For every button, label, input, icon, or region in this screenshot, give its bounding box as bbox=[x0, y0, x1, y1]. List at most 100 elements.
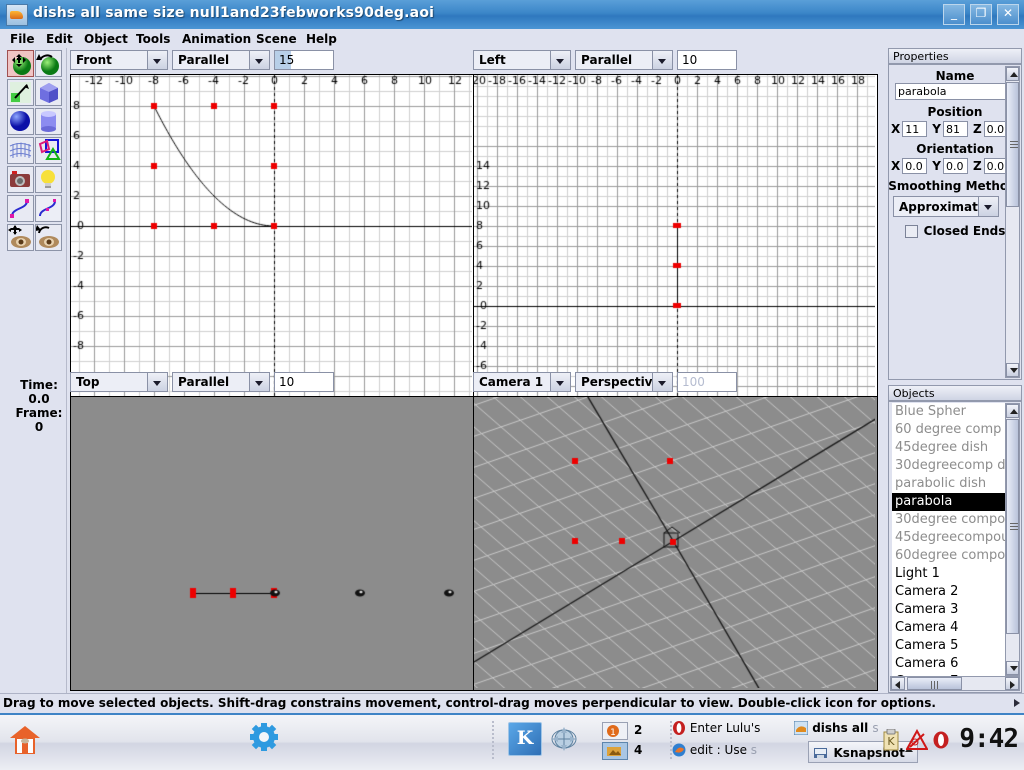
task-button-opera[interactable]: Enter Lulu's bbox=[672, 721, 790, 741]
desktop-pager[interactable]: 1 2 4 bbox=[598, 721, 666, 761]
pager-page-3[interactable] bbox=[602, 742, 628, 760]
front-viewport[interactable] bbox=[70, 74, 475, 421]
menu-tools[interactable]: Tools bbox=[132, 31, 174, 47]
create-curve-tool[interactable] bbox=[7, 195, 34, 222]
closed-ends-checkbox[interactable] bbox=[905, 225, 918, 238]
opera-icon[interactable] bbox=[932, 731, 950, 752]
close-button[interactable]: ✕ bbox=[997, 4, 1019, 25]
konqueror-globe-icon[interactable] bbox=[550, 725, 578, 753]
object-list-item[interactable]: Camera 5 bbox=[892, 637, 1005, 655]
rotate-object-tool[interactable] bbox=[35, 50, 62, 77]
front-projection-select[interactable]: Parallel bbox=[172, 50, 270, 70]
top-projection-select[interactable]: Parallel bbox=[172, 372, 270, 392]
scroll-down-icon[interactable] bbox=[1006, 363, 1019, 377]
position-x-input[interactable]: 11 bbox=[902, 121, 927, 137]
front-scale-input[interactable]: 15 bbox=[274, 50, 334, 70]
position-y-input[interactable]: 81 bbox=[943, 121, 968, 137]
menu-help[interactable]: Help bbox=[302, 31, 341, 47]
create-mesh-tool[interactable] bbox=[7, 137, 34, 164]
left-projection-select[interactable]: Parallel bbox=[575, 50, 673, 70]
object-list-item[interactable]: 45degree dish bbox=[892, 439, 1005, 457]
rotate-viewpoint-tool[interactable] bbox=[35, 224, 62, 251]
properties-scroll-thumb[interactable] bbox=[1006, 82, 1019, 207]
scroll-up-icon[interactable] bbox=[1006, 67, 1019, 81]
objects-scroll-thumb[interactable] bbox=[1006, 419, 1019, 634]
position-z-label: Z bbox=[973, 122, 982, 136]
front-view-select[interactable]: Front bbox=[70, 50, 168, 70]
camera1-projection-select[interactable]: Perspective bbox=[575, 372, 673, 392]
menu-animation[interactable]: Animation bbox=[178, 31, 255, 47]
object-list-item[interactable]: 30degreecomp d bbox=[892, 457, 1005, 475]
menu-object[interactable]: Object bbox=[80, 31, 132, 47]
task-suffix-aoi: s bbox=[872, 721, 878, 735]
menu-file[interactable]: File bbox=[6, 31, 39, 47]
top-scale-input[interactable]: 10 bbox=[274, 372, 334, 392]
front-viewport-toolbar: Front Parallel 15 bbox=[70, 50, 475, 76]
object-list-item[interactable]: 30degree compou bbox=[892, 511, 1005, 529]
object-list-item[interactable]: Camera 2 bbox=[892, 583, 1005, 601]
object-list-item[interactable]: Camera 4 bbox=[892, 619, 1005, 637]
camera1-viewport[interactable] bbox=[473, 396, 878, 691]
klipper-icon[interactable]: K bbox=[882, 729, 900, 754]
task-button-firefox[interactable]: edit : Use s bbox=[672, 743, 790, 763]
gear-icon[interactable] bbox=[250, 723, 278, 751]
object-list-item[interactable]: parabola bbox=[892, 493, 1005, 511]
create-cylinder-tool[interactable] bbox=[35, 108, 62, 135]
top-view-select[interactable]: Top bbox=[70, 372, 168, 392]
closed-ends-row[interactable]: Closed Ends bbox=[889, 224, 1021, 238]
object-list-item[interactable]: 60degree compou bbox=[892, 547, 1005, 565]
object-list-item[interactable]: parabolic dish bbox=[892, 475, 1005, 493]
taskbar-separator-1 bbox=[492, 721, 494, 761]
position-header: Position bbox=[889, 105, 1021, 119]
orientation-y-input[interactable]: 0.0 bbox=[943, 158, 968, 174]
create-sphere-tool[interactable] bbox=[7, 108, 34, 135]
menubar: File Edit Object Tools Animation Scene H… bbox=[0, 29, 1024, 48]
smoothing-method-select[interactable]: Approximat.. bbox=[893, 196, 999, 217]
menu-edit[interactable]: Edit bbox=[42, 31, 77, 47]
create-cube-tool[interactable] bbox=[35, 79, 62, 106]
object-list-item[interactable]: Light 1 bbox=[892, 565, 1005, 583]
chevron-down-icon bbox=[652, 373, 672, 391]
create-spline-mesh-tool[interactable] bbox=[7, 79, 34, 106]
name-input[interactable]: parabola bbox=[895, 83, 1015, 100]
window-titlebar[interactable]: dishs all same size null1and23febworks90… bbox=[0, 0, 1024, 30]
move-object-tool[interactable] bbox=[7, 50, 34, 77]
objects-hscroll-thumb[interactable] bbox=[907, 677, 962, 690]
left-viewport[interactable] bbox=[473, 74, 878, 421]
object-list-item[interactable]: Camera 6 bbox=[892, 655, 1005, 673]
art-of-illusion-icon bbox=[794, 721, 808, 735]
home-icon[interactable] bbox=[8, 723, 42, 757]
object-list-item[interactable]: Camera 3 bbox=[892, 601, 1005, 619]
camera1-view-select[interactable]: Camera 1 bbox=[473, 372, 571, 392]
minimize-button[interactable]: _ bbox=[943, 4, 965, 25]
left-view-select[interactable]: Left bbox=[473, 50, 571, 70]
kalarm-icon[interactable] bbox=[906, 729, 928, 754]
properties-vscrollbar[interactable] bbox=[1005, 66, 1020, 378]
k-menu-icon[interactable]: K bbox=[508, 722, 542, 756]
object-list-item[interactable]: 45degreecompou bbox=[892, 529, 1005, 547]
scroll-right-icon[interactable] bbox=[1005, 677, 1019, 690]
create-polygon-tool[interactable] bbox=[35, 137, 62, 164]
objects-vscrollbar[interactable] bbox=[1005, 403, 1020, 676]
create-camera-tool[interactable] bbox=[7, 166, 34, 193]
object-list-item[interactable]: 60 degree comp bbox=[892, 421, 1005, 439]
maximize-button[interactable]: ❐ bbox=[970, 4, 992, 25]
scroll-down-icon[interactable] bbox=[1006, 661, 1019, 675]
objects-hscrollbar[interactable] bbox=[890, 676, 1020, 691]
art-of-illusion-window: dishs all same size null1and23febworks90… bbox=[0, 0, 1024, 713]
top-viewport[interactable] bbox=[70, 396, 475, 691]
chevron-down-icon bbox=[249, 51, 269, 69]
create-curve-interpolating-tool[interactable] bbox=[35, 195, 62, 222]
left-scale-input[interactable]: 10 bbox=[677, 50, 737, 70]
create-light-tool[interactable] bbox=[35, 166, 62, 193]
status-resize-handle[interactable] bbox=[1011, 694, 1024, 713]
pager-page-1[interactable]: 1 bbox=[602, 722, 628, 740]
move-viewpoint-tool[interactable] bbox=[7, 224, 34, 251]
scroll-up-icon[interactable] bbox=[1006, 404, 1019, 418]
objects-list[interactable]: Blue Spher 60 degree comp45degree dish30… bbox=[892, 403, 1005, 691]
menu-scene[interactable]: Scene bbox=[252, 31, 301, 47]
object-list-item[interactable]: Blue Spher bbox=[892, 403, 1005, 421]
orientation-x-input[interactable]: 0.0 bbox=[902, 158, 927, 174]
scroll-left-icon[interactable] bbox=[891, 677, 905, 690]
properties-panel-title: Properties bbox=[888, 48, 1022, 64]
